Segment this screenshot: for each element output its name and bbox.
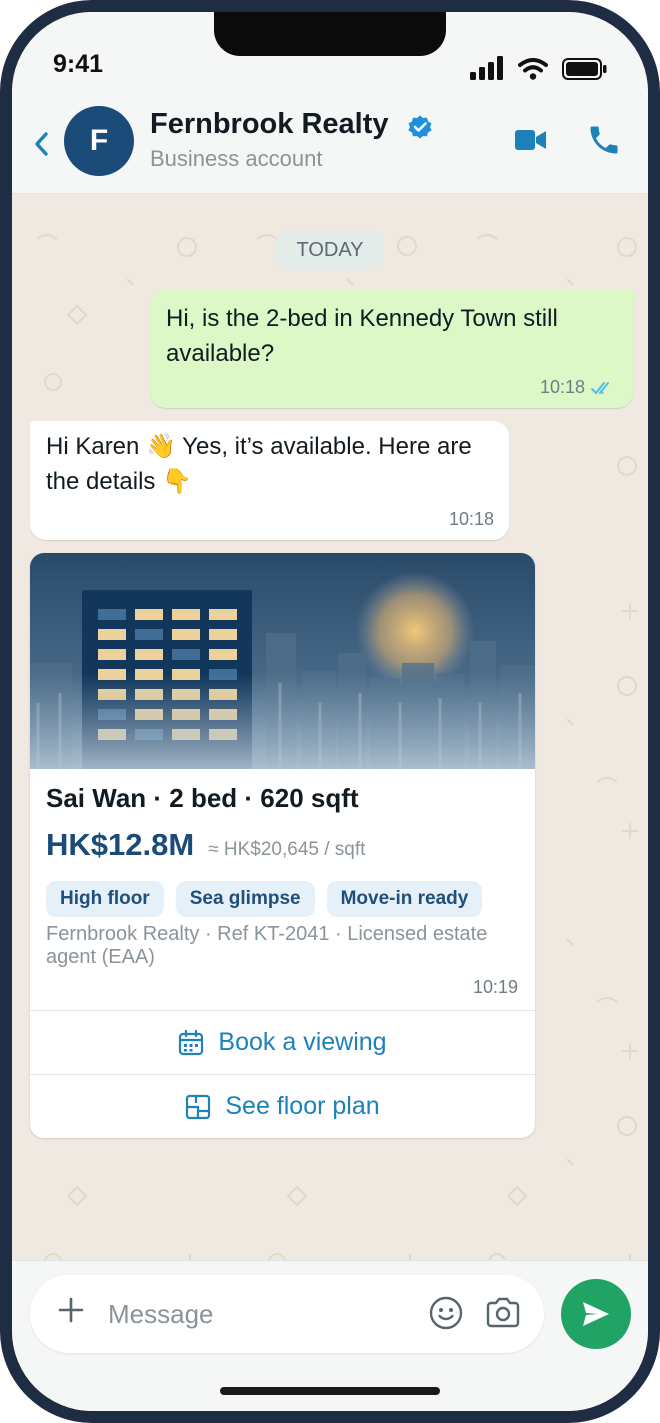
avatar[interactable]: F: [64, 106, 134, 176]
message-time: 10:18: [448, 509, 494, 529]
incoming-message[interactable]: Hi Karen 👋 Yes, it’s available. Here are…: [30, 421, 509, 540]
floor-plan-icon: [186, 1094, 211, 1119]
outgoing-message[interactable]: Hi, is the 2-bed in Kennedy Town still a…: [150, 289, 633, 408]
contact-subtitle: Business account: [150, 146, 323, 171]
phone-icon[interactable]: [586, 122, 622, 158]
send-icon: [583, 1302, 609, 1326]
agent-line: Fernbrook Realty · Ref KT-2041 · License…: [46, 923, 488, 968]
composer-pill: [30, 1275, 544, 1353]
listing-tags: High floor Sea glimpse Move-in ready: [46, 881, 483, 917]
composer-bar: [12, 1260, 648, 1411]
date-chip: TODAY: [276, 231, 384, 269]
message-text: Hi Karen 👋 Yes, it’s available. Here are…: [46, 433, 472, 495]
listing-title: Sai Wan · 2 bed · 620 sqft: [46, 783, 359, 813]
message-input[interactable]: [108, 1293, 408, 1335]
tag-move-in-ready: Move-in ready: [326, 881, 483, 917]
listing-photo[interactable]: [30, 553, 535, 769]
signal-icon: [470, 56, 503, 80]
wifi-icon: [518, 58, 548, 80]
video-camera-icon[interactable]: [515, 128, 547, 152]
contact-name[interactable]: Fernbrook Realty: [150, 108, 389, 141]
price-per-sqft: ≈ HK$20,645 / sqft: [208, 839, 366, 860]
message-time: 10:18: [539, 377, 585, 397]
emoji-icon[interactable]: [428, 1295, 464, 1331]
message-meta: 10:18: [540, 377, 615, 398]
verified-icon: [408, 115, 432, 139]
floor-plan-button[interactable]: See floor plan: [30, 1074, 535, 1138]
notch: [214, 12, 446, 56]
battery-icon: [562, 58, 607, 80]
status-time: 9:41: [53, 50, 104, 78]
double-check-icon: [591, 381, 609, 394]
listing-price: HK$12.8M: [46, 827, 195, 862]
home-indicator: [220, 1387, 440, 1395]
price-row: HK$12.8M ≈ HK$20,645 / sqft: [46, 827, 365, 863]
tag-high-floor: High floor: [46, 881, 164, 917]
chat-area[interactable]: TODAY Hi, is the 2-bed in Kennedy Town s…: [12, 194, 648, 1260]
send-button[interactable]: [561, 1279, 631, 1349]
book-viewing-label: Book a viewing: [218, 1028, 387, 1056]
calendar-icon: [179, 1029, 204, 1055]
message-time: 10:19: [472, 977, 518, 997]
message-text: Hi, is the 2-bed in Kennedy Town still a…: [166, 305, 558, 367]
book-viewing-button[interactable]: Book a viewing: [30, 1010, 535, 1074]
screen: 9:41 F Fernbrook Realty Business account…: [12, 12, 648, 1411]
phone-frame: 9:41 F Fernbrook Realty Business account…: [0, 0, 660, 1423]
tag-sea-glimpse: Sea glimpse: [175, 881, 315, 917]
chevron-left-icon[interactable]: [32, 130, 52, 158]
camera-icon[interactable]: [485, 1297, 521, 1329]
floor-plan-label: See floor plan: [225, 1092, 380, 1120]
listing-card[interactable]: Sai Wan · 2 bed · 620 sqft HK$12.8M ≈ HK…: [30, 553, 535, 1138]
plus-icon[interactable]: [56, 1295, 86, 1325]
